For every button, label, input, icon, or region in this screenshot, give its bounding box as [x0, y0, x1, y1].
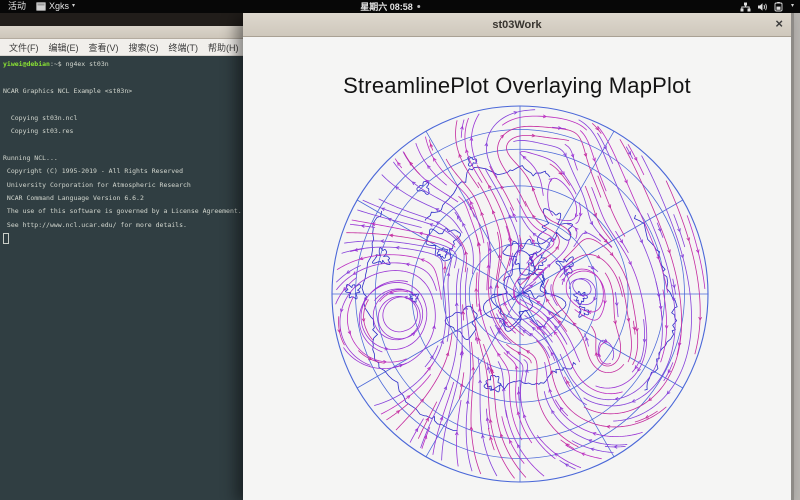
- terminal-titlebar[interactable]: [0, 26, 244, 39]
- background-window-sliver: [794, 13, 800, 500]
- terminal-cursor-line: [3, 232, 244, 245]
- app-menu-button[interactable]: Xgks ▾: [36, 0, 75, 13]
- terminal-output[interactable]: yiwei@debian:~$ ng4ex st03n NCAR Graphics…: [0, 56, 244, 500]
- chevron-down-icon: ▾: [790, 3, 794, 9]
- plot-window-titlebar[interactable]: st03Work ×: [243, 13, 791, 37]
- terminal-window: 文件(F) 编辑(E) 查看(V) 搜索(S) 终端(T) 帮助(H) yiwei@deb…: [0, 26, 244, 500]
- menu-item-search[interactable]: 搜索(S): [124, 41, 164, 54]
- volume-icon: [757, 2, 767, 11]
- clock-button[interactable]: 星期六 08:58: [360, 0, 420, 13]
- terminal-output-line: NCAR Graphics NCL Example <st03n>: [3, 86, 133, 95]
- chevron-down-icon: ▾: [72, 3, 76, 9]
- terminal-output-line: See http://www.ncl.ucar.edu/ for more de…: [3, 220, 187, 229]
- prompt-separator: :~$: [49, 60, 66, 68]
- plot-window: st03Work × StreamlinePlot Overlaying Map…: [243, 13, 794, 500]
- streamline-map-canvas: [243, 37, 791, 500]
- prompt-user-host: yiwei@debian: [3, 60, 50, 68]
- activities-button[interactable]: 活动: [8, 0, 26, 13]
- terminal-output-line: University Corporation for Atmospheric R…: [3, 180, 191, 189]
- clock-label: 星期六 08:58: [360, 2, 413, 12]
- chart-title: StreamlinePlot Overlaying MapPlot: [343, 73, 691, 98]
- desktop-screen: 活动 Xgks ▾ 星期六 08:58 ▾ 文件(F) 编辑(E) 查看(V) …: [0, 0, 800, 500]
- menu-item-help[interactable]: 帮助(H): [203, 41, 244, 54]
- app-menu-label: Xgks: [49, 1, 70, 11]
- terminal-output-line: Copying st03.res: [3, 126, 74, 135]
- terminal-output-line: Copyright (C) 1995-2019 - All Rights Res…: [3, 167, 184, 176]
- menu-item-file[interactable]: 文件(F): [4, 41, 44, 54]
- menu-item-view[interactable]: 查看(V): [84, 41, 124, 54]
- top-bar: 活动 Xgks ▾ 星期六 08:58 ▾: [0, 0, 800, 13]
- network-icon: [740, 2, 751, 11]
- terminal-cursor: [3, 232, 9, 244]
- terminal-output-line: Copying st03n.ncl: [3, 113, 78, 122]
- terminal-prompt-line: yiwei@debian:~$ ng4ex st03n: [3, 58, 244, 71]
- plot-window-title: st03Work: [492, 18, 542, 31]
- battery-icon: [774, 1, 783, 11]
- plot-content: StreamlinePlot Overlaying MapPlot: [243, 37, 791, 500]
- system-tray[interactable]: ▾: [740, 0, 794, 13]
- notification-dot-icon: [416, 5, 420, 8]
- terminal-output-line: The use of this software is governed by …: [3, 207, 242, 216]
- terminal-menubar: 文件(F) 编辑(E) 查看(V) 搜索(S) 终端(T) 帮助(H): [0, 39, 244, 56]
- close-icon[interactable]: ×: [775, 16, 783, 32]
- menu-item-terminal[interactable]: 终端(T): [164, 41, 204, 54]
- terminal-output-line: NCAR Command Language Version 6.6.2: [3, 193, 144, 202]
- prompt-command: ng4ex st03n: [65, 60, 109, 68]
- menu-item-edit[interactable]: 编辑(E): [44, 41, 84, 54]
- app-window-icon: [36, 2, 47, 11]
- terminal-output-line: Running NCL...: [3, 153, 58, 162]
